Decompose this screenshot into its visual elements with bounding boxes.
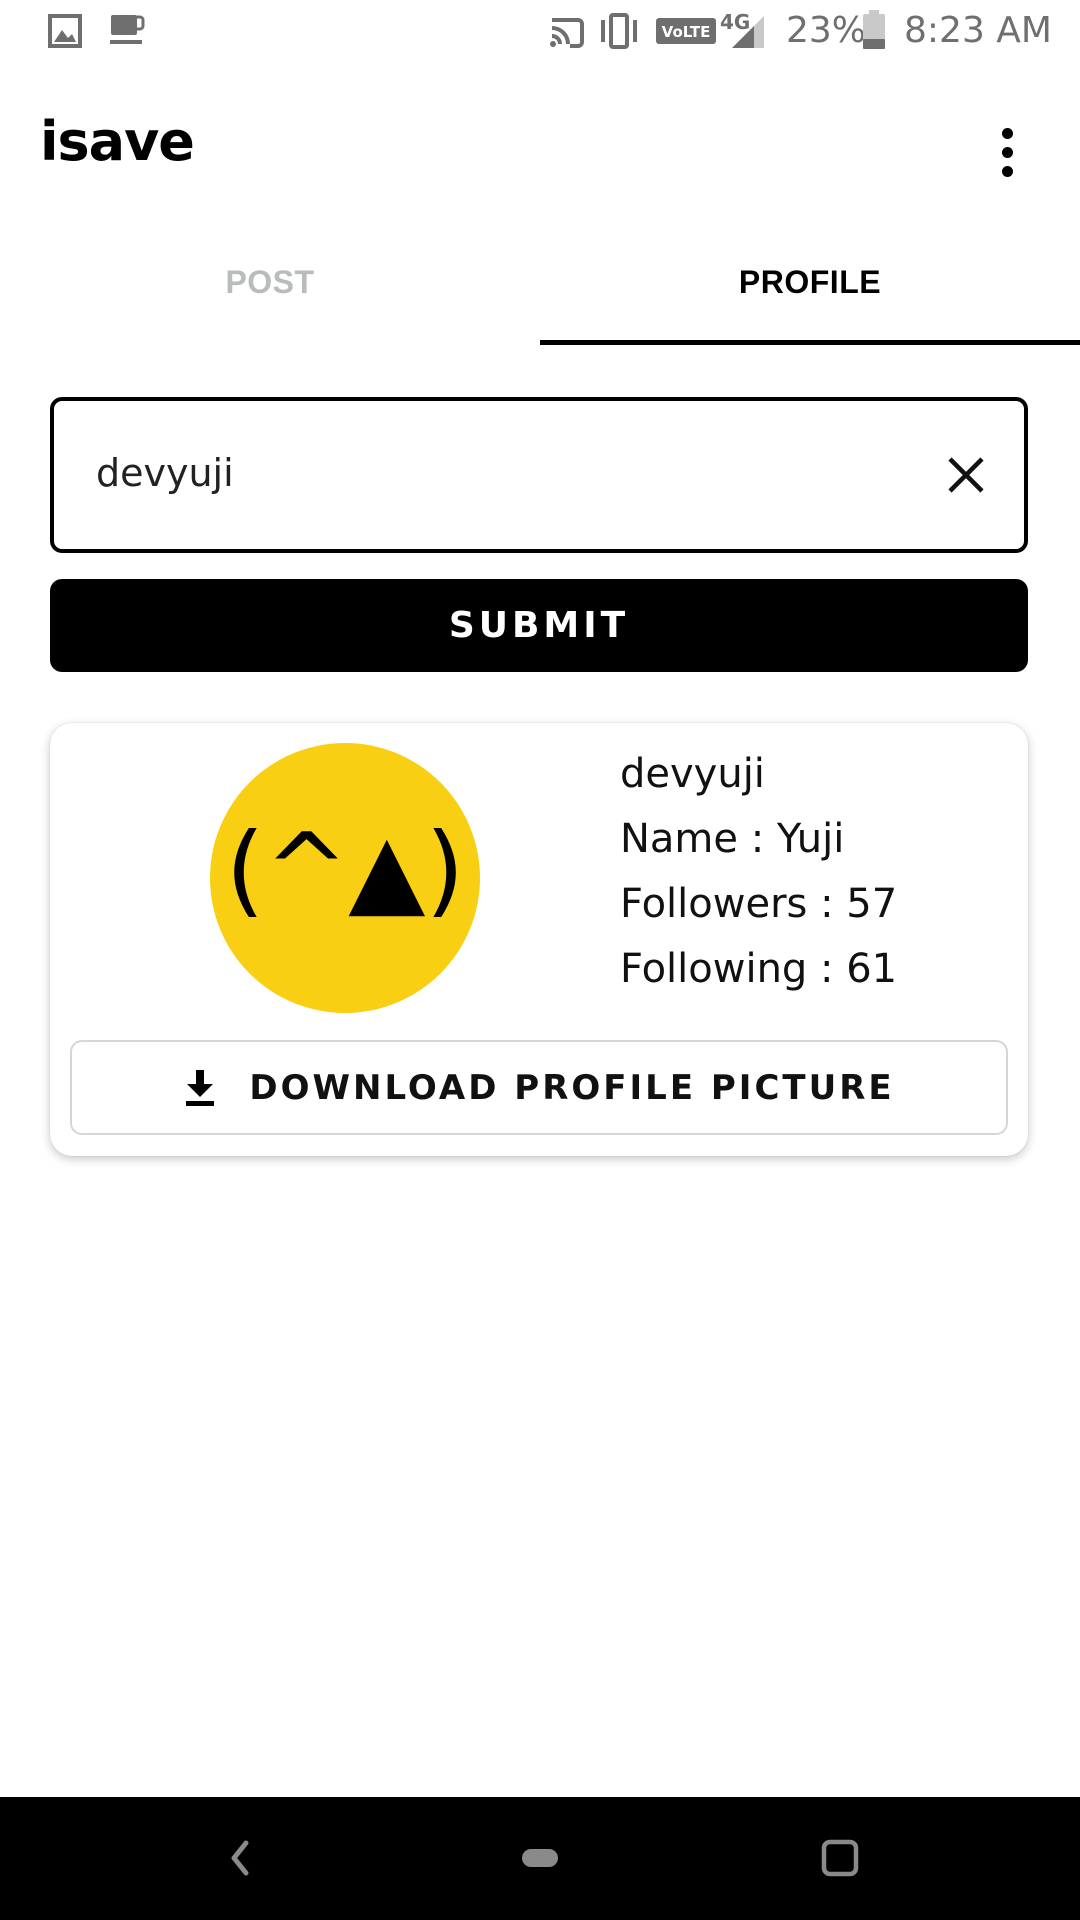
tab-bar: POST PROFILE bbox=[0, 218, 1080, 346]
app-title: isave bbox=[40, 110, 195, 173]
tab-indicator bbox=[540, 340, 1080, 345]
home-icon[interactable] bbox=[520, 1845, 560, 1871]
coffee-icon bbox=[110, 15, 145, 44]
tab-profile[interactable]: PROFILE bbox=[540, 218, 1080, 346]
back-icon[interactable] bbox=[224, 1835, 256, 1881]
tab-post[interactable]: POST bbox=[0, 218, 540, 346]
image-icon bbox=[48, 14, 82, 48]
close-icon[interactable] bbox=[938, 447, 994, 503]
profile-username: devyuji bbox=[620, 751, 765, 797]
cast-icon bbox=[550, 18, 584, 48]
avatar-text: (^▲) bbox=[225, 811, 465, 928]
app-bar: isave bbox=[0, 64, 1080, 218]
profile-name: Name : Yuji bbox=[620, 816, 845, 862]
profile-followers: Followers : 57 bbox=[620, 881, 898, 927]
volte-text: VoLTE bbox=[662, 23, 711, 41]
avatar: (^▲) bbox=[210, 743, 480, 1013]
system-nav-bar bbox=[0, 1797, 1080, 1920]
profile-following: Following : 61 bbox=[620, 946, 898, 992]
screen: VoLTE 4G 23% 8:23 AM isave POST PROFILE … bbox=[0, 0, 1080, 1920]
username-input[interactable]: devyuji bbox=[50, 397, 1028, 553]
profile-card: (^▲) devyuji Name : Yuji Followers : 57 … bbox=[50, 723, 1028, 1156]
battery-icon bbox=[863, 10, 885, 49]
submit-button[interactable]: SUBMIT bbox=[50, 579, 1028, 672]
vibrate-icon bbox=[601, 13, 637, 49]
username-input-value[interactable]: devyuji bbox=[96, 451, 234, 495]
download-label: DOWNLOAD PROFILE PICTURE bbox=[249, 1067, 895, 1108]
status-bar: VoLTE 4G 23% 8:23 AM bbox=[0, 0, 1080, 64]
battery-percent: 23% bbox=[786, 10, 867, 51]
clock: 8:23 AM bbox=[904, 10, 1052, 51]
download-icon bbox=[186, 1069, 215, 1106]
download-profile-picture-button[interactable]: DOWNLOAD PROFILE PICTURE bbox=[70, 1040, 1008, 1135]
volte-icon: VoLTE bbox=[656, 18, 716, 44]
more-vert-icon[interactable] bbox=[982, 120, 1034, 184]
recents-icon[interactable] bbox=[820, 1835, 860, 1881]
signal-icon bbox=[732, 16, 764, 48]
